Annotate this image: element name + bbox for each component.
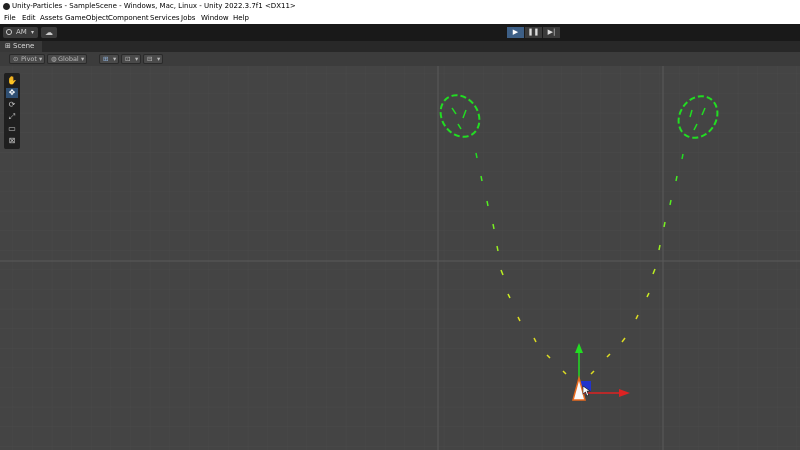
pause-button[interactable]: ❚❚ bbox=[525, 27, 542, 38]
tools-palette: ✋ ✥ ⟳ ⤢ ▭ ⊠ bbox=[4, 73, 20, 149]
chevron-down-icon: ▾ bbox=[113, 55, 117, 63]
play-icon: ▶ bbox=[512, 28, 519, 36]
window-title: Unity-Particles - SampleScene - Windows,… bbox=[12, 2, 296, 10]
menu-edit[interactable]: Edit bbox=[22, 13, 36, 24]
grid-settings-icon: ⊡ bbox=[125, 55, 131, 63]
menu-bar: File Edit Assets GameObject Component Se… bbox=[0, 13, 800, 24]
chevron-down-icon: ▾ bbox=[135, 55, 139, 63]
account-label: AM bbox=[16, 28, 27, 36]
grid-snap-dropdown[interactable]: ⊞ ▾ bbox=[99, 54, 119, 64]
snap-icon: ⊟ bbox=[147, 55, 153, 63]
grid-icon: ⊞ bbox=[103, 55, 109, 63]
playmode-controls: ▶ ❚❚ ▶| bbox=[507, 27, 560, 38]
account-icon bbox=[6, 29, 12, 35]
menu-file[interactable]: File bbox=[4, 13, 16, 24]
chevron-down-icon: ▾ bbox=[39, 55, 43, 63]
scene-tab-icon: ⊞ bbox=[5, 42, 11, 50]
scene-grid bbox=[0, 66, 800, 450]
window-titlebar: Unity-Particles - SampleScene - Windows,… bbox=[0, 0, 800, 13]
step-button[interactable]: ▶| bbox=[543, 27, 560, 38]
menu-help[interactable]: Help bbox=[233, 13, 249, 24]
cloud-icon: ☁ bbox=[45, 28, 53, 37]
chevron-down-icon: ▾ bbox=[31, 29, 35, 36]
scene-canvas bbox=[0, 66, 800, 450]
increment-snap-dropdown[interactable]: ⊟ ▾ bbox=[143, 54, 163, 64]
scene-tab-label: Scene bbox=[13, 42, 35, 50]
menu-services[interactable]: Services bbox=[150, 13, 180, 24]
menu-window[interactable]: Window bbox=[201, 13, 229, 24]
step-icon: ▶| bbox=[547, 28, 556, 36]
menu-gameobject[interactable]: GameObject bbox=[65, 13, 109, 24]
menu-component[interactable]: Component bbox=[108, 13, 149, 24]
main-toolbar: AM ▾ ☁ ▶ ❚❚ ▶| bbox=[0, 24, 800, 41]
pause-icon: ❚❚ bbox=[527, 28, 540, 36]
hand-tool-icon[interactable]: ✋ bbox=[6, 76, 18, 86]
pivot-dropdown[interactable]: ⊙ Pivot ▾ bbox=[9, 54, 45, 64]
scene-toolbar: ⊙ Pivot ▾ ◍ Global ▾ ⊞ ▾ ⊡ ▾ ⊟ ▾ bbox=[0, 52, 800, 66]
globe-icon: ◍ bbox=[51, 55, 57, 63]
cloud-button[interactable]: ☁ bbox=[41, 27, 57, 38]
chevron-down-icon: ▾ bbox=[157, 55, 161, 63]
transform-tool-icon[interactable]: ⊠ bbox=[6, 136, 18, 146]
unity-logo-icon bbox=[3, 3, 10, 10]
global-label: Global bbox=[58, 55, 79, 63]
menu-jobs[interactable]: Jobs bbox=[181, 13, 195, 24]
rotate-tool-icon[interactable]: ⟳ bbox=[6, 100, 18, 110]
play-button[interactable]: ▶ bbox=[507, 27, 524, 38]
menu-assets[interactable]: Assets bbox=[40, 13, 63, 24]
pivot-label: Pivot bbox=[21, 55, 37, 63]
pivot-icon: ⊙ bbox=[13, 55, 19, 63]
grid-settings-dropdown[interactable]: ⊡ ▾ bbox=[121, 54, 141, 64]
move-tool-icon[interactable]: ✥ bbox=[6, 88, 18, 98]
scale-tool-icon[interactable]: ⤢ bbox=[6, 112, 18, 122]
scene-viewport[interactable]: ✋ ✥ ⟳ ⤢ ▭ ⊠ bbox=[0, 66, 800, 450]
account-dropdown[interactable]: AM ▾ bbox=[3, 27, 38, 38]
rect-tool-icon[interactable]: ▭ bbox=[6, 124, 18, 134]
global-dropdown[interactable]: ◍ Global ▾ bbox=[47, 54, 87, 64]
tab-scene[interactable]: ⊞ Scene bbox=[0, 41, 42, 52]
tab-bar: ⊞ Scene bbox=[0, 41, 800, 52]
chevron-down-icon: ▾ bbox=[81, 55, 85, 63]
